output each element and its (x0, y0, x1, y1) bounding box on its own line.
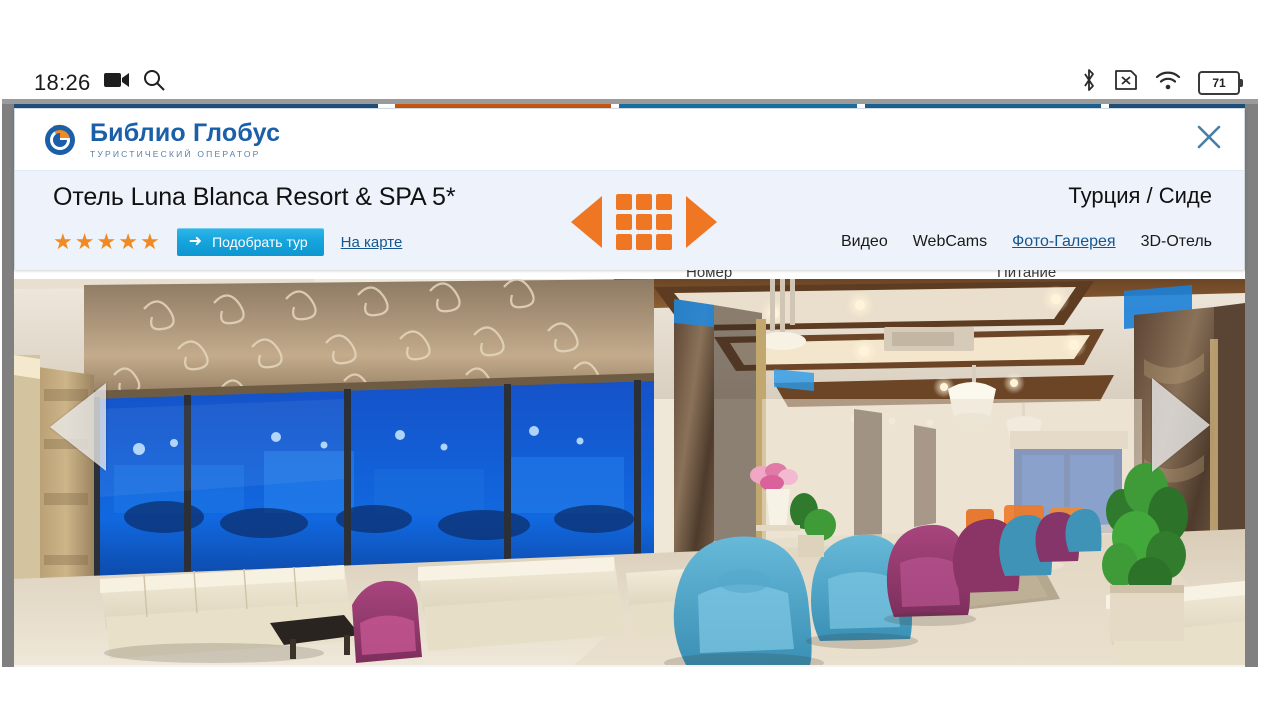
clock: 18:26 (34, 69, 91, 95)
media-nav-link[interactable]: WebCams (913, 233, 987, 251)
grid-thumbnails-icon[interactable] (616, 194, 672, 250)
star-icon: ★ (96, 229, 117, 254)
video-camera-icon (103, 71, 130, 94)
star-icon: ★ (74, 229, 95, 254)
brand-name: Библио Глобус (90, 118, 281, 147)
sim-card-off-icon (1114, 69, 1138, 96)
brand-logo-text: Библио Глобус ТУРИСТИЧЕСКИЙ ОПЕРАТОР (90, 118, 281, 159)
arrow-left-triangle-icon[interactable] (571, 196, 602, 248)
hotel-actions-row: ★ ★ ★ ★ ★ ➜ Подобрать тур На карте (53, 228, 402, 256)
close-icon (1196, 124, 1222, 155)
region-label: Турция / Сиде (1068, 183, 1212, 208)
media-nav-link[interactable]: 3D-Отель (1141, 233, 1212, 251)
device-screen: 18:26 71 Номер Питание Библио Глобус ТУР… (0, 0, 1280, 720)
gallery-next-arrow-icon[interactable] (1152, 378, 1210, 472)
bluetooth-icon (1081, 68, 1097, 97)
status-bar-left: 18:26 (34, 69, 165, 96)
brand-tagline: ТУРИСТИЧЕСКИЙ ОПЕРАТОР (90, 148, 261, 159)
close-button[interactable] (1192, 123, 1226, 157)
media-nav-links: Видео WebCams Фото-Галерея 3D-Отель (841, 233, 1212, 251)
wifi-icon (1155, 69, 1181, 96)
page-bottom-edge (14, 665, 1245, 667)
star-rating: ★ ★ ★ ★ ★ (53, 231, 160, 253)
gallery-photo[interactable]: 37/64 (14, 279, 1245, 665)
media-nav-link[interactable]: Фото-Галерея (1012, 233, 1115, 251)
overlay-header: Библио Глобус ТУРИСТИЧЕСКИЙ ОПЕРАТОР (15, 109, 1244, 171)
lobby-photo-illustration (14, 279, 1245, 665)
star-icon: ★ (53, 229, 73, 254)
media-nav-link[interactable]: Видео (841, 233, 888, 251)
select-tour-button[interactable]: ➜ Подобрать тур (176, 228, 324, 256)
star-icon: ★ (118, 229, 138, 254)
brand-logo[interactable]: Библио Глобус ТУРИСТИЧЕСКИЙ ОПЕРАТОР (41, 118, 281, 159)
star-icon: ★ (139, 229, 160, 254)
map-link[interactable]: На карте (341, 234, 403, 251)
battery-icon: 71 (1198, 70, 1243, 95)
gallery-pager (571, 194, 717, 250)
gallery-overlay-dialog: Библио Глобус ТУРИСТИЧЕСКИЙ ОПЕРАТОР Оте… (14, 108, 1245, 270)
status-bar-right: 71 (1081, 68, 1243, 97)
overlay-info-band: Отель Luna Blanca Resort & SPA 5* ★ ★ ★ ★ ★ … (15, 171, 1244, 270)
globe-logo-icon (41, 121, 79, 159)
arrow-right-icon: ➜ (188, 233, 203, 250)
select-tour-label: Подобрать тур (212, 234, 308, 250)
search-icon[interactable] (143, 69, 165, 96)
gallery-prev-arrow-icon[interactable] (50, 383, 106, 471)
arrow-right-triangle-icon[interactable] (686, 196, 717, 248)
battery-level: 71 (1212, 75, 1226, 90)
page-title: Отель Luna Blanca Resort & SPA 5* (53, 183, 456, 211)
